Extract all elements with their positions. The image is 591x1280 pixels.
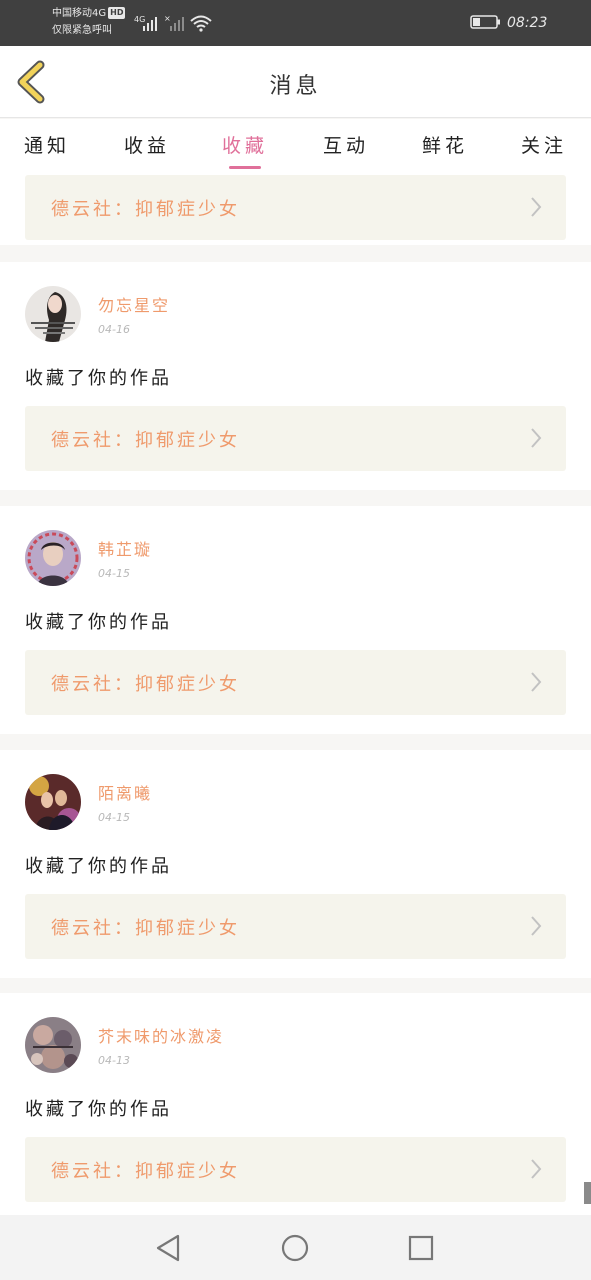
svg-text:×: × — [164, 14, 171, 23]
tab-earnings[interactable]: 收益 — [124, 131, 170, 158]
notification-list[interactable]: 德云社：抑郁症少女 勿忘星空 04-16 收藏了你的作品 德云社：抑郁症少女 韩… — [0, 175, 591, 1215]
svg-text:4G: 4G — [134, 15, 145, 24]
scrollbar[interactable] — [584, 1182, 591, 1204]
username[interactable]: 韩芷璇 — [98, 536, 152, 560]
work-link[interactable]: 德云社：抑郁症少女 — [25, 406, 566, 471]
action-text: 收藏了你的作品 — [25, 368, 172, 389]
username[interactable]: 陌离曦 — [98, 780, 152, 804]
triangle-back-icon — [156, 1234, 180, 1262]
tab-interactions[interactable]: 互动 — [323, 131, 369, 158]
username[interactable]: 芥末味的冰激凌 — [98, 1023, 224, 1047]
circle-home-icon — [281, 1234, 309, 1262]
chevron-right-icon — [531, 1159, 542, 1179]
action-text: 收藏了你的作品 — [25, 856, 172, 877]
work-title: 德云社：抑郁症少女 — [51, 674, 240, 695]
work-link[interactable]: 德云社：抑郁症少女 — [25, 894, 566, 959]
timestamp: 04-13 — [98, 1054, 130, 1067]
clock: 08:23 — [507, 15, 548, 31]
action-text: 收藏了你的作品 — [25, 1099, 172, 1120]
chevron-right-icon — [531, 916, 542, 936]
tab-follows[interactable]: 关注 — [521, 131, 567, 158]
nav-back-button[interactable] — [154, 1233, 184, 1263]
timestamp: 04-15 — [98, 811, 130, 824]
list-item: 勿忘星空 04-16 收藏了你的作品 德云社：抑郁症少女 — [0, 262, 591, 490]
chevron-right-icon — [531, 672, 542, 692]
avatar[interactable] — [25, 530, 81, 586]
active-tab-indicator — [229, 166, 261, 169]
avatar[interactable] — [25, 1017, 81, 1073]
page-title: 消息 — [269, 74, 322, 99]
tab-flowers[interactable]: 鲜花 — [422, 131, 468, 158]
avatar[interactable] — [25, 286, 81, 342]
system-nav-bar — [0, 1215, 591, 1280]
avatar[interactable] — [25, 774, 81, 830]
tab-bar: 通知 收益 收藏 互动 鲜花 关注 — [0, 119, 591, 175]
list-item: 陌离曦 04-15 收藏了你的作品 德云社：抑郁症少女 — [0, 750, 591, 978]
nav-home-button[interactable] — [280, 1233, 310, 1263]
timestamp: 04-15 — [98, 567, 130, 580]
list-item: 芥末味的冰激凌 04-13 收藏了你的作品 德云社：抑郁症少女 — [0, 993, 591, 1215]
status-bar: 中国移动4G HD 仅限紧急呼叫 4G × 08:23 — [0, 0, 591, 46]
list-item: 德云社：抑郁症少女 — [0, 175, 591, 245]
tab-favorites[interactable]: 收藏 — [222, 131, 268, 158]
work-title: 德云社：抑郁症少女 — [51, 1161, 240, 1182]
battery-icon — [470, 15, 500, 29]
work-link[interactable]: 德云社：抑郁症少女 — [25, 650, 566, 715]
username[interactable]: 勿忘星空 — [98, 292, 170, 316]
work-title: 德云社：抑郁症少女 — [51, 199, 240, 220]
work-title: 德云社：抑郁症少女 — [51, 918, 240, 939]
hd-badge: HD — [108, 7, 126, 19]
list-item: 韩芷璇 04-15 收藏了你的作品 德云社：抑郁症少女 — [0, 506, 591, 734]
nav-recents-button[interactable] — [406, 1233, 436, 1263]
work-link[interactable]: 德云社：抑郁症少女 — [25, 175, 566, 240]
signal-icon: 4G × — [134, 14, 212, 32]
timestamp: 04-16 — [98, 323, 130, 336]
chevron-right-icon — [531, 197, 542, 217]
carrier-label: 中国移动4G HD — [52, 7, 126, 19]
square-recents-icon — [408, 1235, 434, 1261]
work-link[interactable]: 德云社：抑郁症少女 — [25, 1137, 566, 1202]
header: 消息 — [0, 46, 591, 118]
tab-notifications[interactable]: 通知 — [24, 131, 70, 158]
chevron-right-icon — [531, 428, 542, 448]
work-title: 德云社：抑郁症少女 — [51, 430, 240, 451]
emergency-label: 仅限紧急呼叫 — [52, 25, 112, 36]
action-text: 收藏了你的作品 — [25, 612, 172, 633]
